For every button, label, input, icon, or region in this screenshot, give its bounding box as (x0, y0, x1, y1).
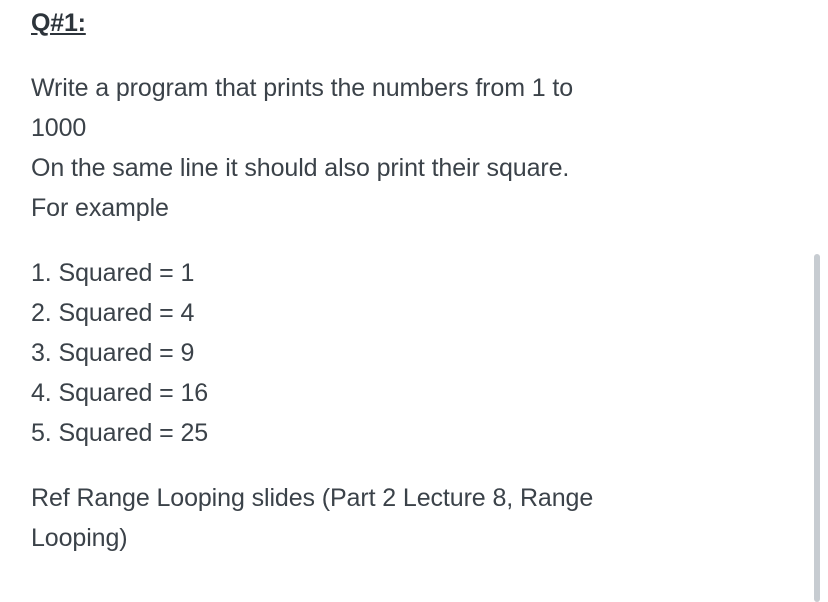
spacer-before-examples (31, 228, 791, 253)
spacer-before-reference (31, 453, 791, 478)
document-content: Q#1: Write a program that prints the num… (31, 6, 791, 558)
list-item: 2. Squared = 4 (31, 299, 195, 327)
document-page: Q#1: Write a program that prints the num… (0, 0, 828, 602)
scrollbar-thumb[interactable] (814, 254, 820, 602)
intro-line-1: Write a program that prints the numbers … (31, 74, 574, 102)
list-item: 4. Squared = 16 (31, 379, 209, 407)
list-item: 3. Squared = 9 (31, 339, 195, 367)
example-output-list: 1. Squared = 1 2. Squared = 4 3. Squared… (31, 253, 791, 453)
intro-line-4: For example (31, 194, 169, 222)
question-intro: Write a program that prints the numbers … (31, 68, 791, 228)
list-item: 5. Squared = 25 (31, 419, 209, 447)
intro-line-3: On the same line it should also print th… (31, 154, 570, 182)
reference-line-1: Ref Range Looping slides (Part 2 Lecture… (31, 484, 594, 512)
reference-note: Ref Range Looping slides (Part 2 Lecture… (31, 478, 791, 558)
reference-line-2: Looping) (31, 524, 128, 552)
spacer-after-title (31, 40, 791, 68)
list-item: 1. Squared = 1 (31, 259, 195, 287)
question-title: Q#1: (31, 9, 86, 37)
intro-line-2: 1000 (31, 114, 87, 142)
